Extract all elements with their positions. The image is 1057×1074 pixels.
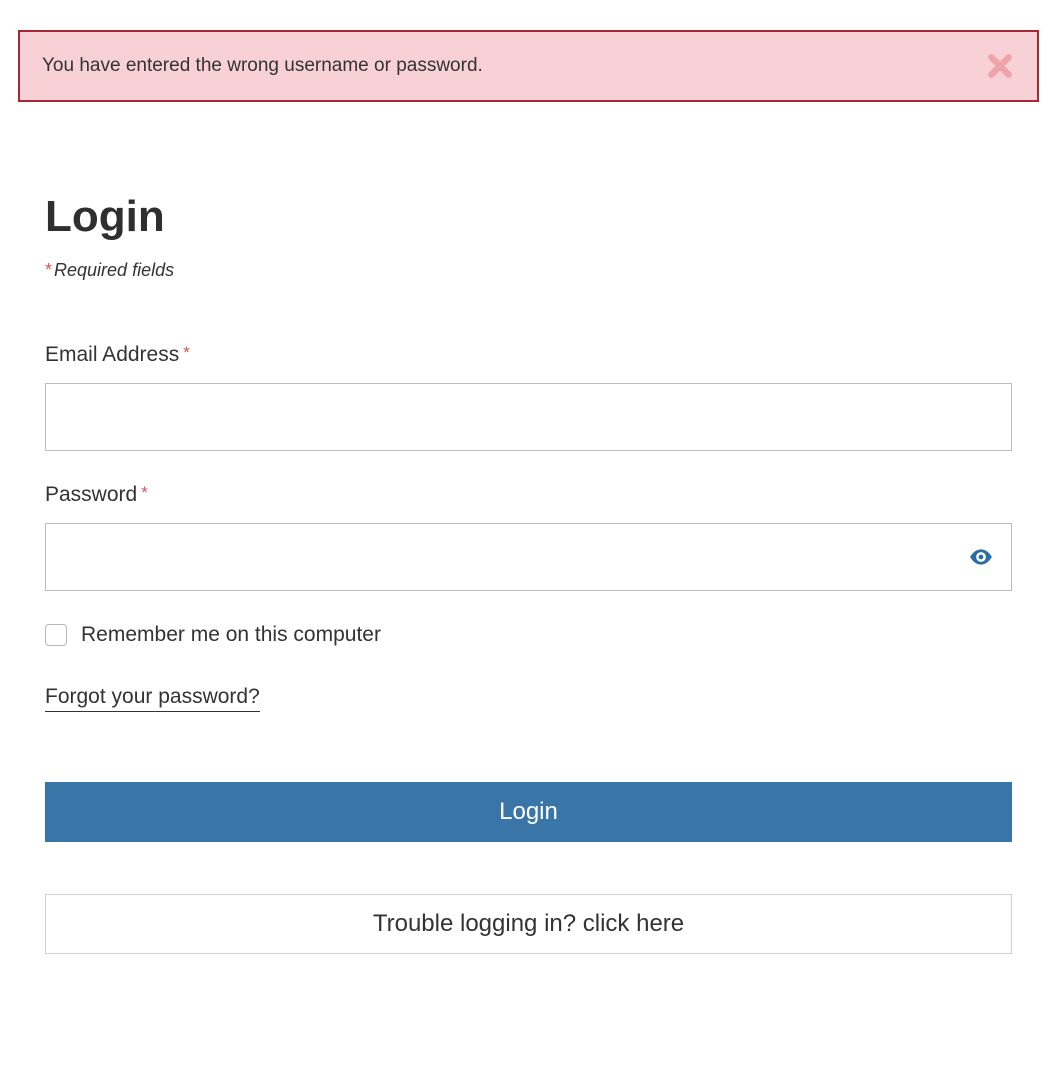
- login-button[interactable]: Login: [45, 782, 1012, 842]
- trouble-logging-in-button[interactable]: Trouble logging in? click here: [45, 894, 1012, 954]
- password-input[interactable]: [45, 523, 1012, 591]
- asterisk-icon: *: [45, 260, 52, 280]
- asterisk-icon: *: [183, 343, 190, 362]
- page-title: Login: [45, 192, 1012, 242]
- remember-me-label: Remember me on this computer: [81, 623, 381, 647]
- password-field-group: Password*: [45, 483, 1012, 591]
- forgot-password-link[interactable]: Forgot your password?: [45, 685, 260, 712]
- email-label: Email Address*: [45, 343, 1012, 367]
- remember-me-row: Remember me on this computer: [45, 623, 1012, 647]
- email-input[interactable]: [45, 383, 1012, 451]
- login-form-container: Login *Required fields Email Address* Pa…: [0, 102, 1057, 954]
- password-label: Password*: [45, 483, 1012, 507]
- eye-icon[interactable]: [968, 544, 994, 570]
- required-fields-note: *Required fields: [45, 260, 1012, 281]
- alert-message: You have entered the wrong username or p…: [42, 55, 483, 76]
- asterisk-icon: *: [141, 483, 148, 502]
- remember-me-checkbox[interactable]: [45, 624, 67, 646]
- error-alert: You have entered the wrong username or p…: [18, 30, 1039, 102]
- close-icon[interactable]: [985, 51, 1015, 81]
- email-field-group: Email Address*: [45, 343, 1012, 451]
